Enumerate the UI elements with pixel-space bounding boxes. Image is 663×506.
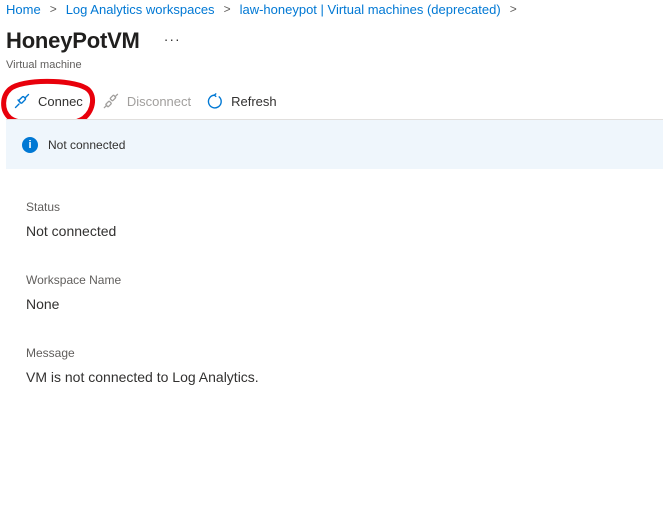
refresh-icon (206, 92, 223, 110)
message-label: Message (26, 346, 75, 360)
more-icon[interactable]: ··· (164, 31, 181, 47)
page-title: HoneyPotVM (6, 28, 140, 53)
breadcrumb-law-honeypot[interactable]: law-honeypot | Virtual machines (depreca… (240, 2, 501, 17)
disconnect-label: Disconnect (126, 93, 192, 109)
status-value: Not connected (26, 223, 117, 239)
refresh-label: Refresh (231, 93, 277, 109)
chevron-right-icon: > (509, 2, 517, 16)
connect-label: Connec (38, 93, 83, 109)
workspace-name-field: Workspace Name None (26, 273, 121, 312)
workspace-name-value: None (26, 296, 60, 312)
workspace-name-label: Workspace Name (26, 273, 122, 287)
breadcrumb-log-analytics-workspaces[interactable]: Log Analytics workspaces (66, 2, 215, 17)
plug-disconnect-icon (103, 93, 119, 109)
info-icon: i (22, 136, 38, 153)
status-field: Status Not connected (26, 200, 116, 239)
breadcrumb: Home > Log Analytics workspaces > law-ho… (6, 0, 526, 18)
command-bar: Connec Disconnect Refresh (6, 88, 277, 114)
refresh-button[interactable]: Refresh (206, 92, 277, 110)
disconnect-button[interactable]: Disconnect (103, 93, 191, 109)
message-field: Message VM is not connected to Log Analy… (26, 346, 259, 385)
title-row: HoneyPotVM ··· (6, 28, 181, 54)
chevron-right-icon: > (49, 2, 57, 16)
info-banner: i Not connected (6, 119, 663, 169)
connect-button[interactable]: Connec (14, 93, 83, 109)
status-label: Status (26, 200, 61, 214)
chevron-right-icon: > (223, 2, 231, 16)
page: Home > Log Analytics workspaces > law-ho… (0, 0, 663, 506)
breadcrumb-home[interactable]: Home (6, 2, 41, 17)
message-value: VM is not connected to Log Analytics. (26, 369, 259, 385)
info-banner-text: Not connected (48, 137, 126, 152)
plug-connect-icon (14, 93, 30, 109)
page-subtitle: Virtual machine (6, 59, 82, 71)
